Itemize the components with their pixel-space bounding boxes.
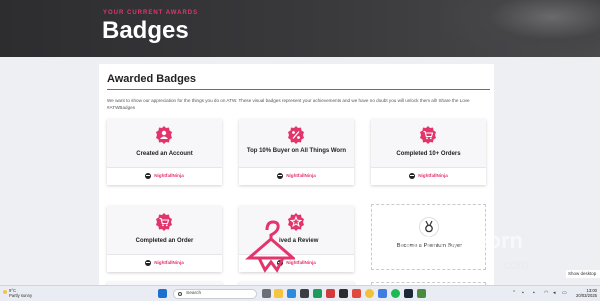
- badge-card-header: Completed 10+ Orders: [371, 119, 486, 167]
- avatar: [409, 173, 416, 179]
- app-icon[interactable]: [313, 289, 322, 298]
- app-tray-icon[interactable]: ▪: [522, 290, 524, 296]
- app-tray-icon[interactable]: ▪: [533, 290, 535, 296]
- badge-owner[interactable]: NightfallNinja: [107, 167, 222, 185]
- chevron-up-icon[interactable]: ⌃: [512, 290, 516, 296]
- badge-owner[interactable]: NightfallNinja: [107, 254, 222, 272]
- show-desktop-tooltip: Show desktop: [566, 270, 600, 278]
- store-icon[interactable]: [300, 289, 309, 298]
- app-icon[interactable]: [378, 289, 387, 298]
- avatar: [145, 260, 152, 266]
- search-icon: [178, 292, 182, 296]
- badge-owner[interactable]: NightfallNinja: [371, 167, 486, 185]
- badge-title: Created an Account: [136, 151, 193, 157]
- avatar: [277, 173, 284, 179]
- edge-icon[interactable]: [287, 289, 296, 298]
- taskbar: 9°C Partly sunny Search ⌃ ▪ ▪ ◠ ◂ ▭ 13:00…: [0, 285, 600, 301]
- owner-name[interactable]: NightfallNinja: [286, 173, 316, 178]
- badge-title: Completed 10+ Orders: [396, 151, 461, 157]
- badge-card[interactable]: Completed 10+ Orders NightfallNinja: [371, 119, 486, 185]
- weather-widget[interactable]: 9°C Partly sunny: [3, 286, 43, 301]
- watermark-text: allthingsworn: [380, 228, 523, 253]
- badge-card-header: Completed an Order: [107, 206, 222, 254]
- app-icon[interactable]: [417, 289, 426, 298]
- hero-banner: YOUR CURRENT AWARDS Badges: [0, 0, 600, 57]
- app-icon[interactable]: [339, 289, 348, 298]
- app-icon[interactable]: [352, 289, 361, 298]
- badge-title: Completed an Order: [135, 238, 194, 244]
- battery-icon[interactable]: ▭: [562, 290, 567, 296]
- chrome-icon[interactable]: [365, 289, 374, 298]
- percent-icon: [288, 126, 304, 144]
- badge-card[interactable]: Completed an Order NightfallNinja: [107, 206, 222, 272]
- avatar: [145, 173, 152, 179]
- badge-card-header: Top 10% Buyer on All Things Worn: [239, 119, 354, 167]
- volume-icon[interactable]: ◂: [553, 290, 556, 296]
- owner-name[interactable]: NightfallNinja: [418, 173, 448, 178]
- badge-card[interactable]: Top 10% Buyer on All Things Worn Nightfa…: [239, 119, 354, 185]
- start-icon[interactable]: [158, 289, 167, 298]
- owner-name[interactable]: NightfallNinja: [154, 173, 184, 178]
- section-divider: [107, 89, 490, 90]
- search-placeholder: Search: [186, 291, 202, 296]
- task-view-icon[interactable]: [262, 289, 271, 298]
- file-explorer-icon[interactable]: [274, 289, 283, 298]
- section-intro: We want to show our appreciation for the…: [107, 98, 470, 110]
- hero-subtitle: YOUR CURRENT AWARDS: [103, 10, 199, 16]
- user-icon: [156, 126, 172, 144]
- section-title: Awarded Badges: [107, 73, 197, 85]
- weather-desc: Partly sunny: [9, 293, 33, 298]
- clock-date: 20/03/2025: [576, 293, 597, 298]
- spotify-icon[interactable]: [391, 289, 400, 298]
- badge-title: Top 10% Buyer on All Things Worn: [246, 148, 347, 154]
- system-clock[interactable]: 13:00 20/03/2025: [573, 288, 597, 298]
- app-icon[interactable]: [326, 289, 335, 298]
- hanger-logo-icon: [245, 220, 295, 273]
- badge-card-header: Created an Account: [107, 119, 222, 167]
- cart-icon: [420, 126, 436, 144]
- badge-card[interactable]: Created an Account NightfallNinja: [107, 119, 222, 185]
- sun-icon: [3, 290, 7, 294]
- steam-icon[interactable]: [404, 289, 413, 298]
- wifi-icon[interactable]: ◠: [544, 290, 548, 296]
- watermark-sub: .com: [500, 257, 529, 272]
- cart-icon: [156, 213, 172, 231]
- badge-owner[interactable]: NightfallNinja: [239, 167, 354, 185]
- owner-name[interactable]: NightfallNinja: [154, 260, 184, 265]
- page-title: Badges: [102, 17, 189, 44]
- search-input[interactable]: Search: [173, 289, 257, 299]
- hero-decoration: [440, 0, 600, 57]
